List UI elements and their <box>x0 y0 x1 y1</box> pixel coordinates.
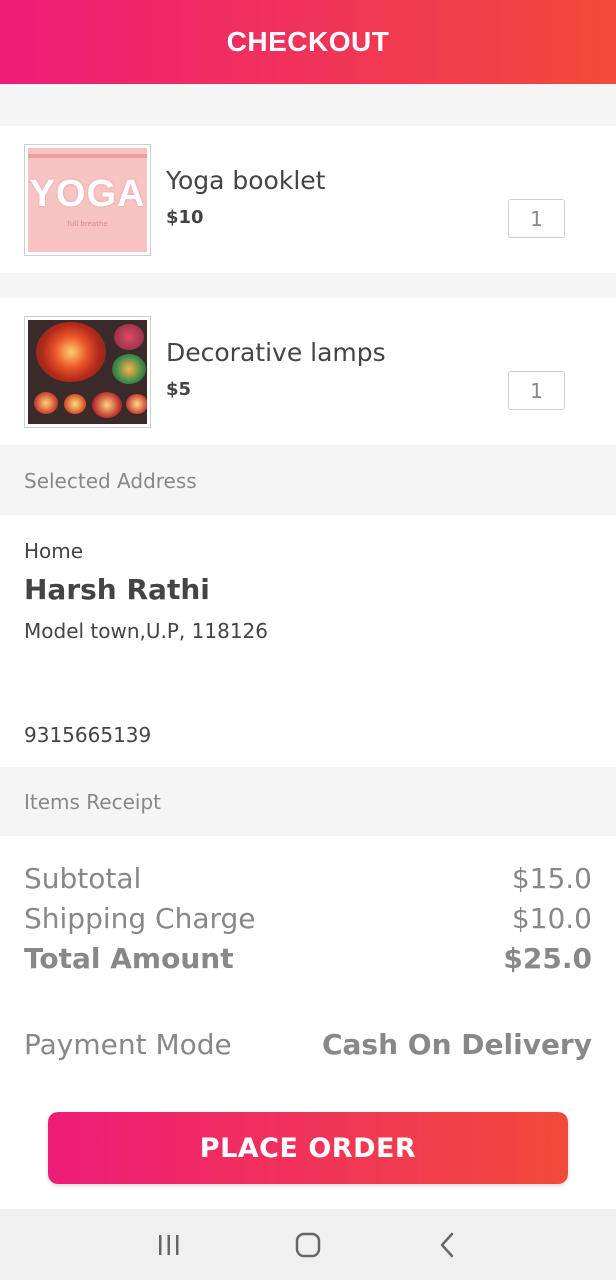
address-line: Model town,U.P, 118126 <box>24 619 268 643</box>
payment-mode-row: Payment Mode Cash On Delivery <box>24 1028 592 1061</box>
lamp-shape <box>114 324 144 350</box>
recent-apps-button[interactable] <box>139 1225 199 1265</box>
product-price: $10 <box>166 207 204 228</box>
product-thumbnail[interactable] <box>24 316 151 428</box>
subtotal-label: Subtotal <box>24 862 142 895</box>
address-section-header: Selected Address <box>0 446 616 516</box>
header-bar: CHECKOUT <box>0 0 616 84</box>
receipt-section-header: Items Receipt <box>0 767 616 837</box>
product-price: $5 <box>166 379 192 400</box>
subtotal-row: Subtotal $15.0 <box>24 862 592 895</box>
lamp-shape <box>34 392 58 414</box>
product-name: Yoga booklet <box>166 166 326 195</box>
cart-item[interactable]: YOGA full breathe Yoga booklet $10 1 <box>0 126 616 273</box>
place-order-label: PLACE ORDER <box>199 1132 417 1164</box>
lamp-shape <box>64 394 86 414</box>
back-icon <box>440 1232 453 1257</box>
quantity-value: 1 <box>530 378 543 403</box>
back-button[interactable] <box>417 1225 477 1265</box>
system-navigation-bar <box>0 1209 616 1280</box>
payment-mode-value[interactable]: Cash On Delivery <box>322 1028 592 1061</box>
lamp-shape <box>126 394 147 414</box>
section-label: Selected Address <box>24 469 197 493</box>
phone-number: 9315665139 <box>24 723 152 747</box>
quantity-value: 1 <box>530 206 543 231</box>
thumbnail-subtitle: full breathe <box>67 219 108 228</box>
address-type: Home <box>24 539 84 563</box>
lamp-shape <box>92 392 122 418</box>
place-order-button[interactable]: PLACE ORDER <box>48 1112 568 1184</box>
page-title: CHECKOUT <box>226 26 390 57</box>
recent-apps-icon <box>159 1234 179 1255</box>
total-label: Total Amount <box>24 942 234 975</box>
quantity-field[interactable]: 1 <box>508 371 565 410</box>
address-card[interactable]: Home Harsh Rathi Model town,U.P, 118126 … <box>0 515 616 767</box>
recipient-name: Harsh Rathi <box>24 573 210 606</box>
thumbnail-title: YOGA <box>29 172 146 215</box>
decorative-strip <box>28 154 147 158</box>
total-value: $25.0 <box>503 942 592 975</box>
product-thumbnail[interactable]: YOGA full breathe <box>24 144 151 256</box>
cart-item[interactable]: Decorative lamps $5 1 <box>0 298 616 445</box>
subtotal-value: $15.0 <box>511 862 592 895</box>
home-button[interactable] <box>278 1225 338 1265</box>
home-icon <box>295 1232 321 1257</box>
total-row: Total Amount $25.0 <box>24 942 592 975</box>
payment-mode-label: Payment Mode <box>24 1028 232 1061</box>
lamp-shape <box>112 354 146 384</box>
decorative-lamps-image <box>28 320 147 424</box>
product-name: Decorative lamps <box>166 338 386 367</box>
section-label: Items Receipt <box>24 790 162 814</box>
yoga-booklet-image: YOGA full breathe <box>28 148 147 252</box>
shipping-row: Shipping Charge $10.0 <box>24 902 592 935</box>
shipping-value: $10.0 <box>511 902 592 935</box>
shipping-label: Shipping Charge <box>24 902 256 935</box>
lamp-shape <box>36 322 106 382</box>
quantity-field[interactable]: 1 <box>508 199 565 238</box>
